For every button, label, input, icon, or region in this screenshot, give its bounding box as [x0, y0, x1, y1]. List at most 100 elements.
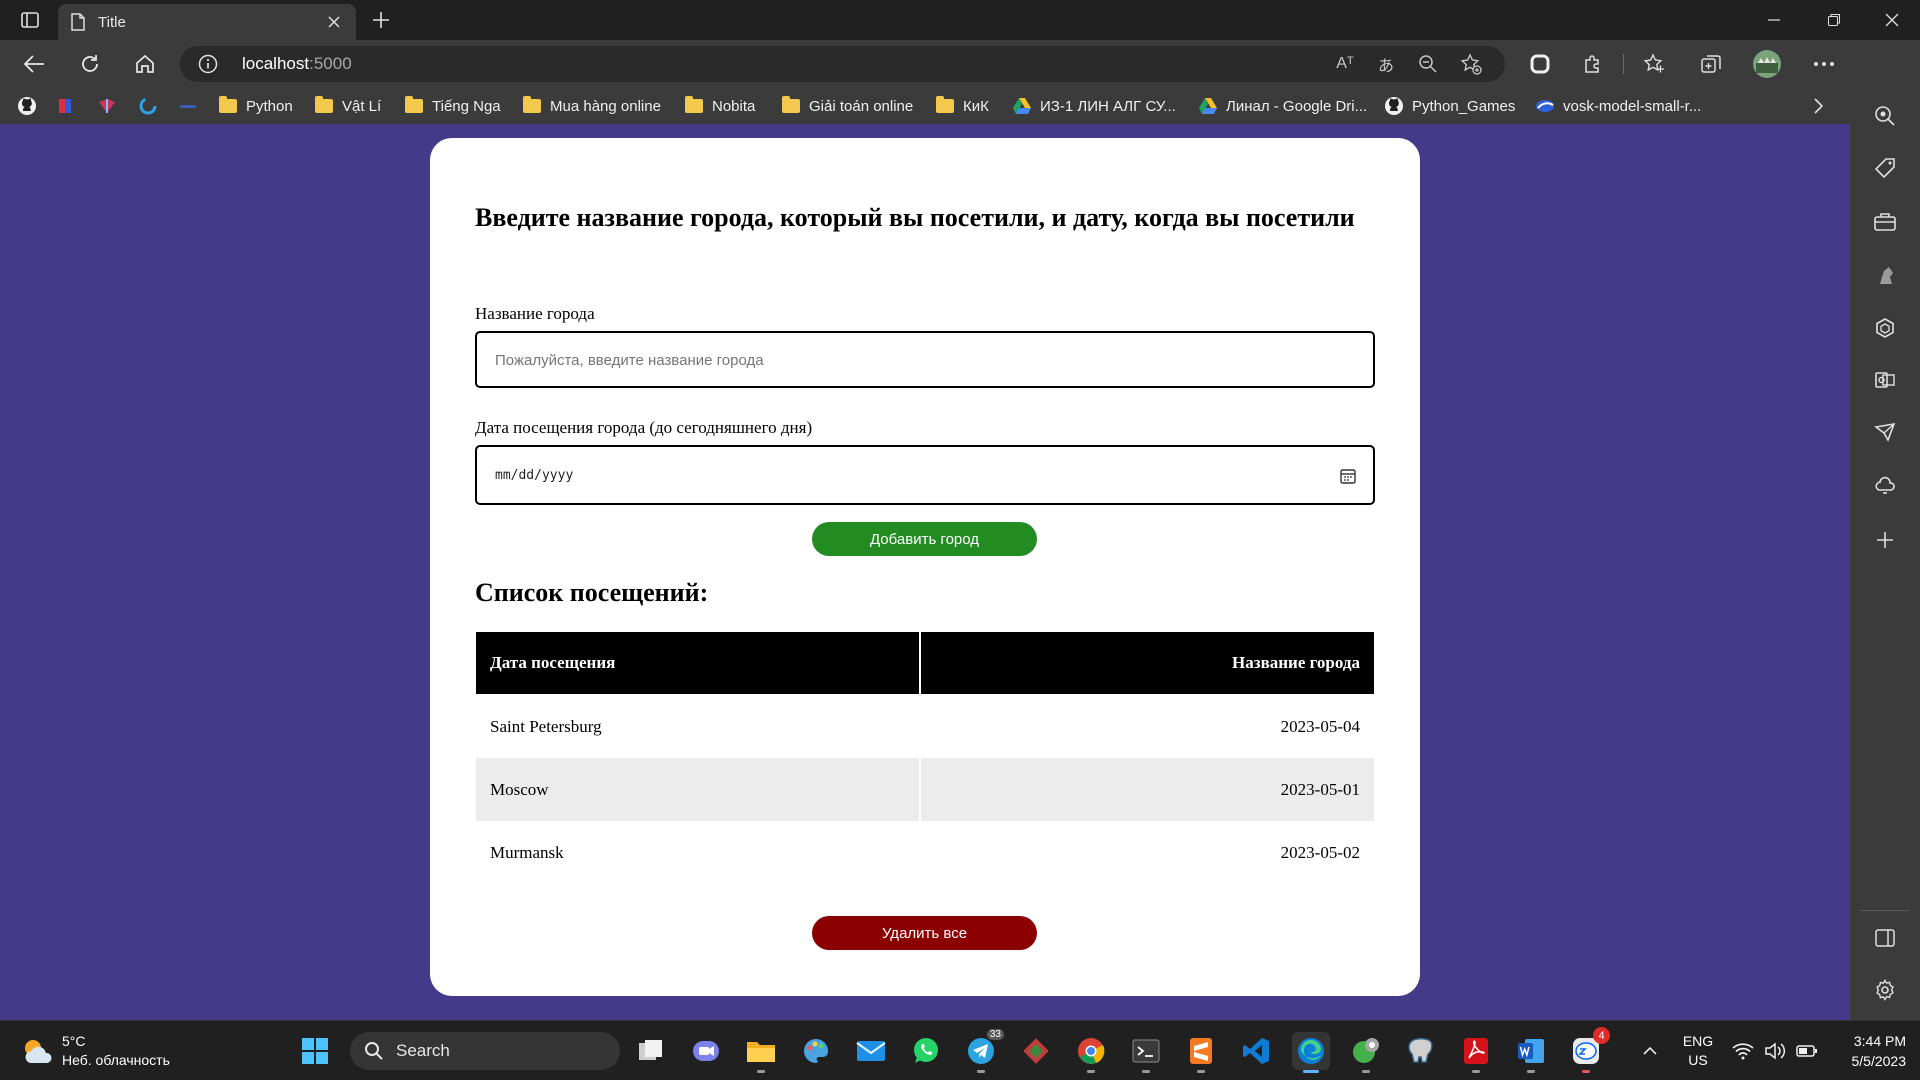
favorite-python[interactable]: Python	[218, 94, 293, 118]
add-city-button[interactable]: Добавить город	[812, 522, 1037, 556]
taskbar-search[interactable]: Search	[350, 1032, 620, 1070]
clock-date: 5/5/2023	[1851, 1053, 1907, 1069]
taskbar-app-acrobat[interactable]	[1457, 1032, 1495, 1073]
more-favorites-button[interactable]	[1806, 94, 1830, 118]
refresh-button[interactable]	[72, 48, 108, 80]
pdf-icon	[1464, 1038, 1488, 1064]
taskbar-app-paint[interactable]	[797, 1032, 835, 1070]
quick-settings-button[interactable]	[1730, 1021, 1820, 1080]
sidebar-outlook-button[interactable]	[1867, 362, 1903, 398]
toolbar-divider	[1623, 54, 1624, 74]
zoom-out-icon[interactable]	[1415, 52, 1441, 76]
taskbar-app-zalo[interactable]: 4	[1567, 1027, 1610, 1073]
extensions-puzzle-icon[interactable]	[1575, 48, 1611, 80]
task-view-button[interactable]	[632, 1032, 670, 1070]
start-button[interactable]	[296, 1032, 334, 1070]
restore-button[interactable]	[1806, 0, 1862, 40]
taskbar-app-telegram[interactable]: 33	[962, 1029, 1004, 1073]
back-button[interactable]	[16, 48, 52, 80]
taskbar-app-file-explorer[interactable]	[742, 1032, 780, 1073]
weather-cloud-sun-icon	[25, 1040, 52, 1063]
favorite-iz1-lin-alg[interactable]: ИЗ-1 ЛИН АЛГ СУ...	[1012, 94, 1176, 118]
bookmark-site-icon[interactable]	[178, 96, 198, 116]
favorite-label: Nobita	[712, 97, 756, 115]
chess-piece-icon	[1880, 267, 1893, 284]
favorite-kik[interactable]: КиК	[935, 94, 989, 118]
profile-avatar[interactable]	[1749, 48, 1785, 80]
site-info-icon[interactable]	[198, 54, 218, 74]
favorite-linal-google-drive[interactable]: Линал - Google Dri...	[1198, 94, 1367, 118]
task-view-icon	[639, 1040, 662, 1060]
favorite-tieng-nga[interactable]: Tiếng Nga	[404, 94, 501, 118]
close-window-button[interactable]	[1864, 0, 1920, 40]
sidebar-drop-button[interactable]	[1867, 414, 1903, 450]
taskbar-app-mail[interactable]	[852, 1032, 890, 1070]
sidebar-settings-button[interactable]	[1867, 972, 1903, 1008]
sidebar-m365-button[interactable]	[1867, 310, 1903, 346]
extension-icon[interactable]	[1522, 48, 1558, 80]
favorite-label: Python	[246, 97, 293, 115]
favorite-mua-hang-online[interactable]: Mua hàng online	[522, 94, 661, 118]
taskbar-app-chrome[interactable]	[1072, 1032, 1110, 1073]
taskbar-app-edge[interactable]	[1292, 1032, 1330, 1073]
running-indicator	[1142, 1070, 1150, 1073]
taskbar-app-git[interactable]	[1017, 1032, 1055, 1070]
minimize-button[interactable]	[1746, 0, 1802, 40]
tab-actions-button[interactable]	[12, 7, 48, 33]
translate-icon[interactable]: あ	[1373, 52, 1399, 76]
taskbar-app-vscode[interactable]	[1237, 1032, 1275, 1070]
taskbar-app-terminal[interactable]	[1127, 1032, 1165, 1073]
table-cell: 2023-05-02	[1280, 842, 1360, 862]
home-icon	[136, 54, 154, 73]
date-input[interactable]: mm/dd/yyyy	[475, 445, 1375, 505]
favorites-icon[interactable]	[1636, 48, 1672, 80]
form-card: Введите название города, который вы посе…	[430, 138, 1420, 996]
bookmark-site-icon[interactable]	[97, 96, 117, 116]
favorite-nobita[interactable]: Nobita	[684, 94, 755, 118]
url-text[interactable]: localhost:5000	[242, 46, 352, 82]
delete-all-button[interactable]: Удалить все	[812, 916, 1037, 950]
favorite-python-games[interactable]: Python_Games	[1384, 94, 1515, 118]
clock-time: 3:44 PM	[1853, 1033, 1906, 1049]
sidebar-tools-button[interactable]	[1867, 204, 1903, 240]
new-tab-button[interactable]	[366, 7, 396, 33]
weather-temp: 5°C	[62, 1033, 86, 1049]
sidebar-hide-button[interactable]	[1867, 920, 1903, 956]
favorite-giai-toan-online[interactable]: Giải toán online	[781, 94, 913, 118]
calendar-icon[interactable]	[1339, 467, 1357, 485]
add-favorite-icon[interactable]	[1458, 52, 1484, 76]
show-hidden-icons-button[interactable]	[1636, 1021, 1664, 1080]
bookmark-site-icon[interactable]	[138, 96, 158, 116]
taskbar-app-postgresql[interactable]	[1402, 1032, 1440, 1070]
clock[interactable]: 3:44 PM 5/5/2023	[1820, 1031, 1907, 1071]
sidebar-games-button[interactable]	[1867, 257, 1903, 293]
taskbar-app-sublime-text[interactable]	[1182, 1032, 1220, 1073]
home-button[interactable]	[127, 48, 163, 80]
tab-close-button[interactable]	[324, 12, 344, 32]
address-bar[interactable]: localhost:5000 Aᵀ あ	[180, 46, 1505, 82]
taskbar-app-word[interactable]	[1512, 1032, 1550, 1073]
browser-tab-active[interactable]: Title	[58, 4, 356, 40]
github-icon[interactable]	[17, 96, 37, 116]
collections-icon[interactable]	[1693, 48, 1729, 80]
favorite-vosk-model[interactable]: vosk-model-small-r...	[1535, 94, 1701, 118]
sidebar-add-button[interactable]	[1867, 522, 1903, 558]
search-label: Search	[396, 1041, 450, 1060]
settings-more-icon[interactable]	[1806, 48, 1842, 80]
taskbar-app-teams-chat[interactable]	[687, 1032, 725, 1070]
sidebar-notifications-button[interactable]	[1867, 468, 1903, 504]
taskbar-app-pycharm[interactable]	[1347, 1032, 1385, 1073]
bookmark-site-icon[interactable]	[56, 96, 76, 116]
sidebar-shopping-button[interactable]	[1867, 150, 1903, 186]
weather-widget[interactable]: 5°C Неб. облачность	[20, 1031, 170, 1071]
url-port: :5000	[309, 54, 352, 73]
word-icon	[1518, 1039, 1544, 1063]
city-input[interactable]: Пожалуйста, введите название города	[475, 331, 1375, 388]
language-indicator[interactable]: ENG US	[1676, 1021, 1720, 1080]
favorite-vat-li[interactable]: Vật Lí	[314, 94, 381, 118]
taskbar-app-whatsapp[interactable]	[907, 1032, 945, 1070]
read-aloud-icon[interactable]: Aᵀ	[1332, 52, 1358, 76]
running-indicator	[977, 1070, 985, 1073]
sidebar-search-button[interactable]	[1867, 98, 1903, 134]
running-indicator	[1087, 1070, 1095, 1073]
